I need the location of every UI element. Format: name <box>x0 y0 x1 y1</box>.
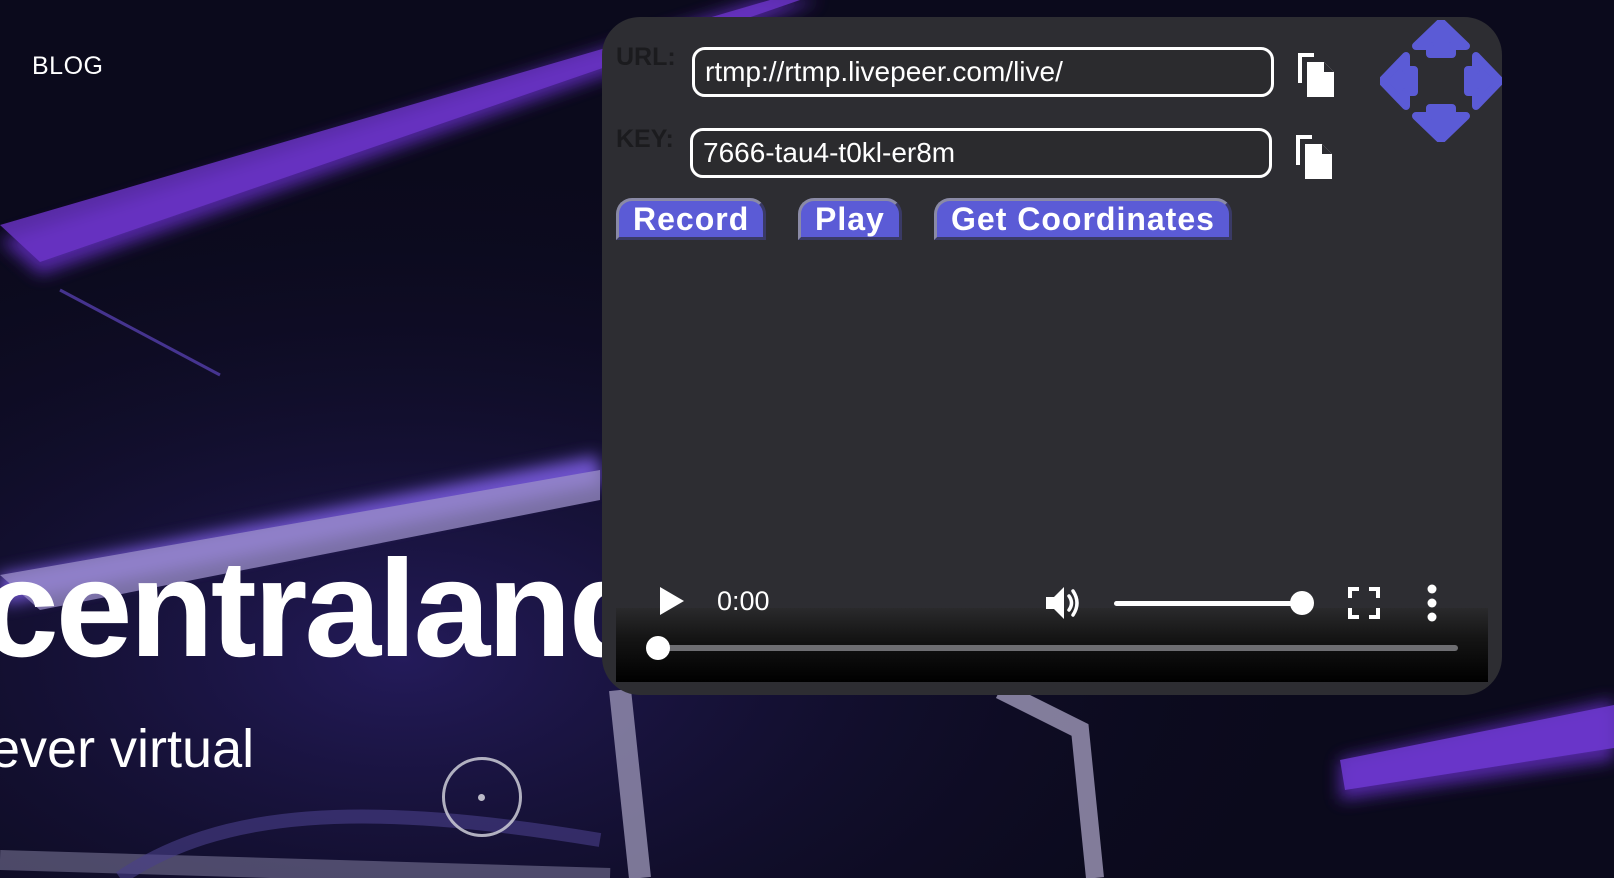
current-time: 0:00 <box>717 586 770 616</box>
fullscreen-icon[interactable] <box>1347 586 1381 620</box>
seek-handle[interactable] <box>646 636 670 660</box>
url-input[interactable] <box>692 47 1274 97</box>
play-icon[interactable] <box>656 585 686 617</box>
more-options-icon[interactable] <box>1426 583 1438 623</box>
get-coordinates-button[interactable]: Get Coordinates <box>934 198 1232 240</box>
key-input[interactable] <box>690 128 1272 178</box>
volume-icon[interactable] <box>1044 583 1084 623</box>
volume-slider-track[interactable] <box>1114 601 1302 606</box>
copy-icon <box>1296 135 1332 179</box>
cursor-dot <box>478 794 485 801</box>
nav-blog-link[interactable]: BLOG <box>32 52 103 81</box>
video-player[interactable]: 0:00 <box>616 240 1488 682</box>
hero-title: centraland <box>0 532 653 686</box>
hero-subtitle: ever virtual <box>0 719 255 779</box>
copy-icon <box>1298 53 1334 97</box>
copy-key-button[interactable] <box>1292 131 1338 181</box>
url-label: URL: <box>616 43 676 71</box>
record-button[interactable]: Record <box>616 198 767 240</box>
seek-bar[interactable] <box>658 645 1458 651</box>
play-button[interactable]: Play <box>798 198 902 240</box>
key-label: KEY: <box>616 125 674 153</box>
copy-url-button[interactable] <box>1294 49 1340 99</box>
move-arrows-icon[interactable] <box>1380 20 1502 142</box>
volume-slider-handle[interactable] <box>1290 591 1314 615</box>
